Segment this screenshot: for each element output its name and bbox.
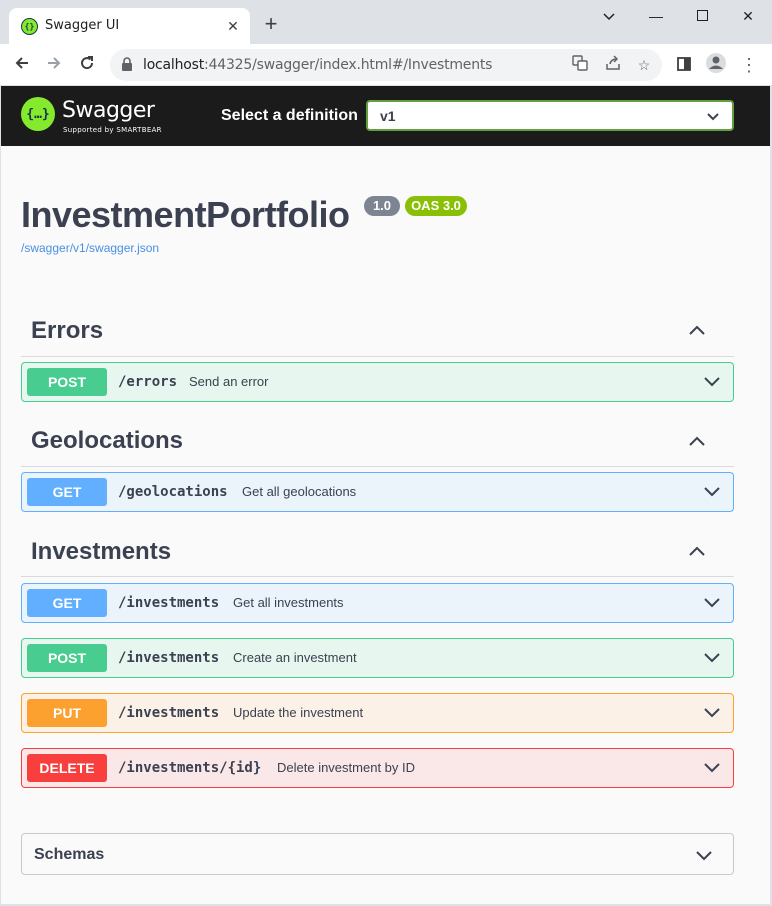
- operation-summary: Get all geolocations: [242, 484, 357, 499]
- operation-get-geolocations[interactable]: GET /geolocations Get all geolocations: [21, 472, 734, 512]
- definition-select[interactable]: v1: [366, 100, 734, 131]
- browser-toolbar: localhost:44325/swagger/index.html#/Inve…: [0, 44, 772, 86]
- share-icon[interactable]: [603, 55, 623, 75]
- logo-text: Swagger: [62, 98, 155, 123]
- bookmark-star-icon[interactable]: ☆: [634, 55, 654, 75]
- swagger-favicon-icon: {}: [21, 18, 38, 35]
- address-bar[interactable]: localhost:44325/swagger/index.html#/Inve…: [110, 49, 662, 81]
- back-icon[interactable]: [9, 52, 35, 78]
- tab-search-icon[interactable]: [597, 6, 621, 26]
- definition-label: Select a definition: [221, 107, 358, 124]
- operation-path: /errors: [118, 374, 178, 390]
- operation-summary: Get all investments: [233, 595, 344, 610]
- chevron-down-icon[interactable]: [703, 485, 721, 497]
- version-badge: 1.0: [364, 196, 400, 216]
- schemas-section[interactable]: Schemas: [21, 833, 734, 875]
- menu-kebab-icon[interactable]: ⋮: [736, 52, 762, 78]
- chevron-down-icon[interactable]: [703, 375, 721, 387]
- browser-tab-bar: {} Swagger UI ✕ + — ✕: [0, 0, 772, 44]
- logo-subtext: Supported by SMARTBEAR: [63, 126, 162, 134]
- section-divider: [21, 576, 734, 577]
- chevron-down-icon[interactable]: [703, 706, 721, 718]
- chevron-down-icon[interactable]: [703, 651, 721, 663]
- operation-path: /investments: [118, 705, 220, 721]
- translate-icon[interactable]: [570, 55, 590, 75]
- operation-summary: Create an investment: [233, 650, 357, 665]
- chevron-down-icon[interactable]: [703, 596, 721, 608]
- section-divider: [21, 356, 734, 357]
- operation-delete-investment[interactable]: DELETE /investments/{id} Delete investme…: [21, 748, 734, 788]
- method-badge: POST: [27, 644, 107, 672]
- spec-link[interactable]: /swagger/v1/swagger.json: [21, 241, 159, 255]
- api-title: InvestmentPortfolio: [21, 194, 350, 235]
- chevron-down-icon: [707, 113, 719, 121]
- profile-avatar-icon[interactable]: [703, 52, 729, 78]
- close-tab-icon[interactable]: ✕: [224, 17, 242, 35]
- reload-icon[interactable]: [74, 52, 100, 78]
- url-text: localhost:44325/swagger/index.html#/Inve…: [143, 57, 493, 73]
- new-tab-icon[interactable]: +: [260, 13, 282, 35]
- method-badge: DELETE: [27, 754, 107, 782]
- schemas-label: Schemas: [34, 846, 105, 863]
- chevron-up-icon[interactable]: [687, 323, 707, 337]
- operation-summary: Send an error: [189, 374, 269, 389]
- oas-badge: OAS 3.0: [405, 196, 467, 216]
- operation-post-errors[interactable]: POST /errors Send an error: [21, 362, 734, 402]
- chevron-up-icon[interactable]: [687, 544, 707, 558]
- operation-post-investments[interactable]: POST /investments Create an investment: [21, 638, 734, 678]
- lock-icon: [122, 57, 132, 71]
- operation-summary: Delete investment by ID: [277, 760, 416, 775]
- close-window-icon[interactable]: ✕: [736, 6, 760, 26]
- operation-path: /investments: [118, 595, 220, 611]
- swagger-page: {…} Swagger Supported by SMARTBEAR Selec…: [1, 86, 770, 904]
- side-panel-icon[interactable]: [671, 52, 697, 78]
- section-title-errors[interactable]: Errors: [31, 317, 103, 345]
- minimize-icon[interactable]: —: [644, 6, 668, 26]
- method-badge: GET: [27, 589, 107, 617]
- tab-title: Swagger UI: [45, 18, 120, 33]
- operation-get-investments[interactable]: GET /investments Get all investments: [21, 583, 734, 623]
- operation-path: /investments/{id}: [118, 760, 262, 776]
- operation-put-investments[interactable]: PUT /investments Update the investment: [21, 693, 734, 733]
- section-divider: [21, 466, 734, 467]
- chevron-down-icon[interactable]: [695, 849, 713, 861]
- chevron-up-icon[interactable]: [687, 434, 707, 448]
- section-title-geolocations[interactable]: Geolocations: [31, 427, 183, 455]
- browser-tab[interactable]: {} Swagger UI ✕: [9, 8, 250, 44]
- method-badge: GET: [27, 478, 107, 506]
- operation-path: /investments: [118, 650, 220, 666]
- method-badge: PUT: [27, 699, 107, 727]
- method-badge: POST: [27, 368, 107, 396]
- definition-value: v1: [380, 108, 396, 124]
- forward-icon[interactable]: [41, 52, 67, 78]
- operation-path: /geolocations: [118, 484, 228, 500]
- swagger-logo-icon: {…}: [21, 97, 55, 131]
- maximize-icon[interactable]: [690, 6, 714, 26]
- swagger-topbar: {…} Swagger Supported by SMARTBEAR Selec…: [1, 86, 770, 146]
- operation-summary: Update the investment: [233, 705, 364, 720]
- chevron-down-icon[interactable]: [703, 761, 721, 773]
- section-title-investments[interactable]: Investments: [31, 538, 171, 566]
